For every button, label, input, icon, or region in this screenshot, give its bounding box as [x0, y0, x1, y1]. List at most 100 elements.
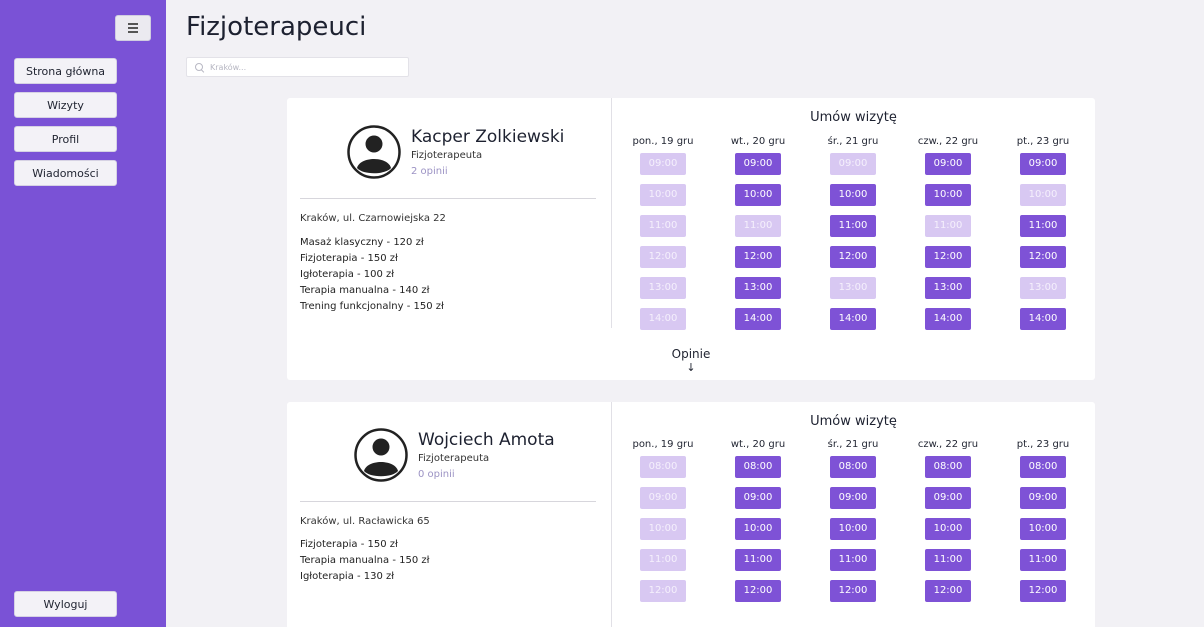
day-column: czw., 22 gru 09:00 10:00 11:00 12:00 13:00 14:…: [908, 135, 988, 339]
day-column: czw., 22 gru 08:00 09:00 10:00 11:00 12:00: [908, 438, 988, 611]
time-slot-button: 10:00: [640, 184, 686, 206]
therapist-card: Wojciech Amota Fizjoterapeuta 0 opinii K…: [287, 402, 1095, 627]
nav-messages-button[interactable]: Wiadomości: [14, 160, 117, 186]
therapist-role: Fizjoterapeuta: [411, 150, 483, 161]
service-item: Trening funkcjonalny - 150 zł: [300, 301, 444, 312]
time-slot-button[interactable]: 09:00: [1020, 153, 1066, 175]
day-column: pt., 23 gru 08:00 09:00 10:00 11:00 12:00: [1003, 438, 1083, 611]
time-slot-button[interactable]: 08:00: [1020, 456, 1066, 478]
time-slot-button: 11:00: [640, 549, 686, 571]
time-slot-button[interactable]: 09:00: [1020, 487, 1066, 509]
time-slot-button[interactable]: 13:00: [925, 277, 971, 299]
reviews-toggle[interactable]: Opinie ↓: [287, 347, 1095, 373]
time-slot-button: 09:00: [830, 153, 876, 175]
avatar-icon: [354, 428, 408, 482]
sidebar: Strona główna Wizyty Profil Wiadomości W…: [0, 0, 166, 627]
vertical-divider: [611, 402, 612, 627]
time-slot-button: 10:00: [640, 518, 686, 540]
time-slot-button: 12:00: [640, 246, 686, 268]
time-slot-button[interactable]: 10:00: [735, 518, 781, 540]
time-slot-button[interactable]: 09:00: [830, 487, 876, 509]
services-list: Fizjoterapia - 150 zł Terapia manualna -…: [300, 537, 429, 585]
time-slot-button[interactable]: 09:00: [735, 487, 781, 509]
day-column: pon., 19 gru 09:00 10:00 11:00 12:00 13:00 14:…: [623, 135, 703, 339]
menu-toggle-button[interactable]: [115, 15, 151, 41]
time-slot-button[interactable]: 10:00: [735, 184, 781, 206]
time-slot-button: 13:00: [1020, 277, 1066, 299]
day-label: pt., 23 gru: [1016, 136, 1070, 147]
time-slot-button: 08:00: [640, 456, 686, 478]
time-slot-button[interactable]: 12:00: [735, 580, 781, 602]
therapist-address: Kraków, ul. Czarnowiejska 22: [300, 213, 446, 224]
time-slot-button[interactable]: 14:00: [735, 308, 781, 330]
nav-home-button[interactable]: Strona główna: [14, 58, 117, 84]
time-slot-button[interactable]: 11:00: [925, 549, 971, 571]
vertical-divider: [611, 98, 612, 328]
search-box[interactable]: [186, 57, 409, 77]
booking-title: Umów wizytę: [810, 414, 897, 429]
divider: [300, 501, 596, 502]
search-input[interactable]: [210, 62, 400, 72]
day-column: wt., 20 gru 08:00 09:00 10:00 11:00 12:00: [718, 438, 798, 611]
day-label: pon., 19 gru: [632, 136, 694, 147]
reviews-count-link[interactable]: 2 opinii: [411, 166, 448, 177]
time-slot-button[interactable]: 11:00: [830, 215, 876, 237]
day-label: wt., 20 gru: [730, 136, 786, 147]
time-slot-button[interactable]: 08:00: [830, 456, 876, 478]
day-label: pon., 19 gru: [632, 439, 694, 450]
day-label: pt., 23 gru: [1016, 439, 1070, 450]
logout-button[interactable]: Wyloguj: [14, 591, 117, 617]
reviews-toggle-label: Opinie: [671, 347, 711, 361]
time-slot-button[interactable]: 12:00: [925, 580, 971, 602]
day-label: śr., 21 gru: [827, 136, 879, 147]
day-label: śr., 21 gru: [827, 439, 879, 450]
reviews-count-link[interactable]: 0 opinii: [418, 469, 455, 480]
time-slot-button[interactable]: 10:00: [925, 184, 971, 206]
time-slot-button[interactable]: 13:00: [735, 277, 781, 299]
time-slot-button: 09:00: [640, 153, 686, 175]
time-slot-button[interactable]: 11:00: [1020, 215, 1066, 237]
day-label: czw., 22 gru: [917, 439, 979, 450]
service-item: Fizjoterapia - 150 zł: [300, 253, 398, 264]
time-slot-button[interactable]: 11:00: [1020, 549, 1066, 571]
time-slot-button[interactable]: 08:00: [735, 456, 781, 478]
time-slot-button[interactable]: 12:00: [925, 246, 971, 268]
time-slot-button[interactable]: 14:00: [830, 308, 876, 330]
time-slot-button: 13:00: [640, 277, 686, 299]
time-slot-button[interactable]: 12:00: [1020, 246, 1066, 268]
search-icon: [195, 62, 204, 72]
nav-visits-button[interactable]: Wizyty: [14, 92, 117, 118]
time-slot-button[interactable]: 11:00: [735, 549, 781, 571]
time-slot-button[interactable]: 10:00: [830, 518, 876, 540]
time-slot-button[interactable]: 09:00: [735, 153, 781, 175]
time-slot-button[interactable]: 12:00: [1020, 580, 1066, 602]
time-slot-button[interactable]: 14:00: [925, 308, 971, 330]
time-slot-button[interactable]: 14:00: [1020, 308, 1066, 330]
services-list: Masaż klasyczny - 120 zł Fizjoterapia - …: [300, 235, 444, 315]
time-slot-button: 11:00: [925, 215, 971, 237]
day-column: wt., 20 gru 09:00 10:00 11:00 12:00 13:00 14:0…: [718, 135, 798, 339]
time-slot-button[interactable]: 12:00: [830, 580, 876, 602]
day-column: śr., 21 gru 08:00 09:00 10:00 11:00 12:00: [813, 438, 893, 611]
time-slot-button[interactable]: 10:00: [1020, 518, 1066, 540]
time-slot-button[interactable]: 08:00: [925, 456, 971, 478]
time-slot-button: 13:00: [830, 277, 876, 299]
divider: [300, 198, 596, 199]
service-item: Masaż klasyczny - 120 zł: [300, 237, 424, 248]
time-slot-button[interactable]: 10:00: [830, 184, 876, 206]
service-item: Igłoterapia - 130 zł: [300, 571, 395, 582]
therapist-card: Kacper Zolkiewski Fizjoterapeuta 2 opini…: [287, 98, 1095, 380]
service-item: Terapia manualna - 150 zł: [300, 555, 430, 566]
therapist-name: Wojciech Amota: [418, 430, 555, 450]
time-slot-button[interactable]: 12:00: [735, 246, 781, 268]
time-slot-button: 10:00: [1020, 184, 1066, 206]
time-slot-button[interactable]: 11:00: [830, 549, 876, 571]
time-slot-button[interactable]: 09:00: [925, 153, 971, 175]
nav-profile-button[interactable]: Profil: [14, 126, 117, 152]
therapist-name: Kacper Zolkiewski: [411, 127, 565, 147]
day-column: pt., 23 gru 09:00 10:00 11:00 12:00 13:00 14:0…: [1003, 135, 1083, 339]
page-title: Fizjoterapeuci: [186, 12, 367, 42]
time-slot-button[interactable]: 10:00: [925, 518, 971, 540]
time-slot-button[interactable]: 12:00: [830, 246, 876, 268]
time-slot-button[interactable]: 09:00: [925, 487, 971, 509]
